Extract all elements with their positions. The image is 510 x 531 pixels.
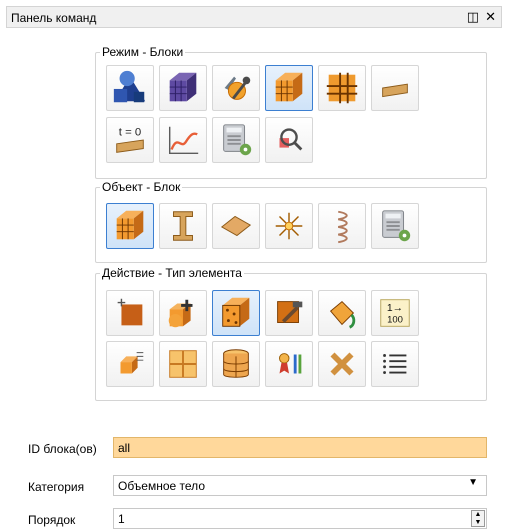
element-type-block-button[interactable] bbox=[212, 290, 260, 336]
split-block-button[interactable] bbox=[159, 341, 207, 387]
orange-block-icon bbox=[275, 72, 303, 102]
paint-bucket-icon bbox=[329, 300, 356, 329]
cross-grid-icon bbox=[326, 72, 358, 104]
hammer-edit-icon bbox=[277, 301, 303, 323]
action-group: Действие - Тип элемента 1→ 100 bbox=[95, 265, 487, 401]
category-value: Объемное тело bbox=[118, 479, 205, 493]
spin-up-icon[interactable]: ▲ bbox=[472, 511, 484, 518]
delete-cross-icon bbox=[330, 352, 354, 376]
renumber-button[interactable]: 1→ 100 bbox=[371, 290, 419, 336]
category-label: Категория bbox=[28, 480, 85, 494]
block-ids-label: ID блока(ов) bbox=[28, 442, 97, 456]
object-block-button[interactable] bbox=[106, 203, 154, 249]
small-block-list-button[interactable] bbox=[106, 341, 154, 387]
float-icon[interactable]: ◫ bbox=[467, 9, 479, 25]
spring-icon bbox=[338, 210, 348, 244]
renumber-top-label: 1→ bbox=[387, 303, 403, 314]
orange-block-button[interactable] bbox=[265, 65, 313, 111]
cylinder-block-icon bbox=[223, 349, 249, 378]
block-tools-button[interactable] bbox=[212, 65, 260, 111]
category-select[interactable]: Объемное тело ▼ bbox=[113, 475, 487, 496]
hammer-edit-button[interactable] bbox=[265, 290, 313, 336]
element-type-block-icon bbox=[222, 297, 250, 327]
spring-button[interactable] bbox=[318, 203, 366, 249]
dropdown-arrow-icon[interactable]: ▼ bbox=[468, 477, 478, 488]
point-star-button[interactable] bbox=[265, 203, 313, 249]
calculator-settings-button[interactable] bbox=[212, 117, 260, 163]
initial-time-button[interactable]: t = 0 bbox=[106, 117, 154, 163]
split-block-icon bbox=[169, 350, 197, 378]
order-label: Порядок bbox=[28, 513, 76, 527]
panel-titlebar: Панель команд ◫ ✕ bbox=[6, 6, 502, 28]
i-beam-button[interactable] bbox=[159, 203, 207, 249]
object-group: Объект - Блок bbox=[95, 179, 487, 263]
calculator-settings-icon bbox=[382, 210, 411, 242]
small-block-list-icon bbox=[120, 352, 144, 374]
ribbon-legend-icon bbox=[279, 353, 302, 374]
add-block-button[interactable] bbox=[159, 290, 207, 336]
renumber-icon: 1→ 100 bbox=[380, 299, 410, 327]
paint-bucket-button[interactable] bbox=[318, 290, 366, 336]
ribbon-legend-button[interactable] bbox=[265, 341, 313, 387]
panel-title: Панель команд bbox=[11, 11, 97, 25]
delete-cross-button[interactable] bbox=[318, 341, 366, 387]
i-beam-icon bbox=[173, 211, 193, 241]
add-block-icon bbox=[168, 299, 193, 328]
calculator-settings-icon bbox=[223, 124, 252, 156]
list-button[interactable] bbox=[371, 341, 419, 387]
cylinder-block-button[interactable] bbox=[212, 341, 260, 387]
spin-down-icon[interactable]: ▼ bbox=[472, 519, 484, 526]
object-group-title: Объект - Блок bbox=[100, 179, 183, 195]
new-block-icon bbox=[117, 298, 143, 326]
geometry-shapes-button[interactable] bbox=[106, 65, 154, 111]
list-icon bbox=[383, 354, 407, 374]
curve-graph-icon bbox=[168, 126, 199, 155]
action-group-title: Действие - Тип элемента bbox=[100, 265, 244, 281]
curve-graph-button[interactable] bbox=[159, 117, 207, 163]
cross-grid-button[interactable] bbox=[318, 65, 366, 111]
object-settings-button[interactable] bbox=[371, 203, 419, 249]
shell-plate-icon bbox=[220, 215, 252, 237]
close-icon[interactable]: ✕ bbox=[485, 9, 496, 25]
order-value: 1 bbox=[118, 512, 125, 526]
new-block-button[interactable] bbox=[106, 290, 154, 336]
mode-group-title: Режим - Блоки bbox=[100, 44, 186, 60]
orange-block-icon bbox=[116, 210, 144, 240]
search-inspect-icon bbox=[279, 128, 303, 151]
block-tools-icon bbox=[224, 76, 251, 100]
spinbox-buttons[interactable]: ▲ ▼ bbox=[471, 510, 485, 527]
mesh-block-button[interactable] bbox=[159, 65, 207, 111]
mesh-block-icon bbox=[169, 72, 197, 102]
beam-section-button[interactable] bbox=[371, 65, 419, 111]
search-inspect-button[interactable] bbox=[265, 117, 313, 163]
shell-plate-button[interactable] bbox=[212, 203, 260, 249]
initial-time-icon: t = 0 bbox=[116, 126, 144, 153]
mode-group: Режим - Блоки t = 0 bbox=[95, 44, 487, 179]
point-star-icon bbox=[275, 212, 303, 240]
beam-section-icon bbox=[382, 83, 408, 98]
renumber-bottom-label: 100 bbox=[387, 315, 403, 326]
order-spinbox[interactable]: 1 ▲ ▼ bbox=[113, 508, 487, 529]
geometry-shapes-icon bbox=[113, 70, 146, 103]
initial-time-label: t = 0 bbox=[119, 126, 141, 138]
block-ids-input[interactable]: all bbox=[113, 437, 487, 458]
